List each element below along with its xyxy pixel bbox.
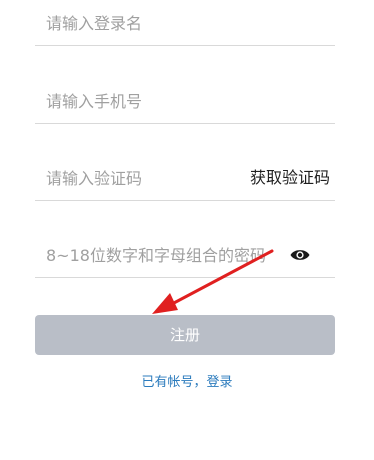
password-field-row <box>35 232 335 278</box>
verification-code-field-row: 获取验证码 <box>35 155 335 201</box>
get-code-button[interactable]: 获取验证码 <box>250 155 330 201</box>
annotation-arrow-icon <box>152 249 274 314</box>
login-link[interactable]: 已有帐号，登录 <box>0 371 374 390</box>
verification-code-input[interactable] <box>46 155 216 201</box>
password-input[interactable] <box>46 232 286 278</box>
username-input[interactable] <box>46 0 326 51</box>
phone-input[interactable] <box>46 78 326 124</box>
register-page: 获取验证码 注册 已有帐号，登录 <box>0 0 374 460</box>
username-field-row <box>35 0 335 51</box>
register-button[interactable]: 注册 <box>35 315 335 355</box>
eye-icon[interactable] <box>290 248 310 262</box>
phone-field-row <box>35 78 335 124</box>
